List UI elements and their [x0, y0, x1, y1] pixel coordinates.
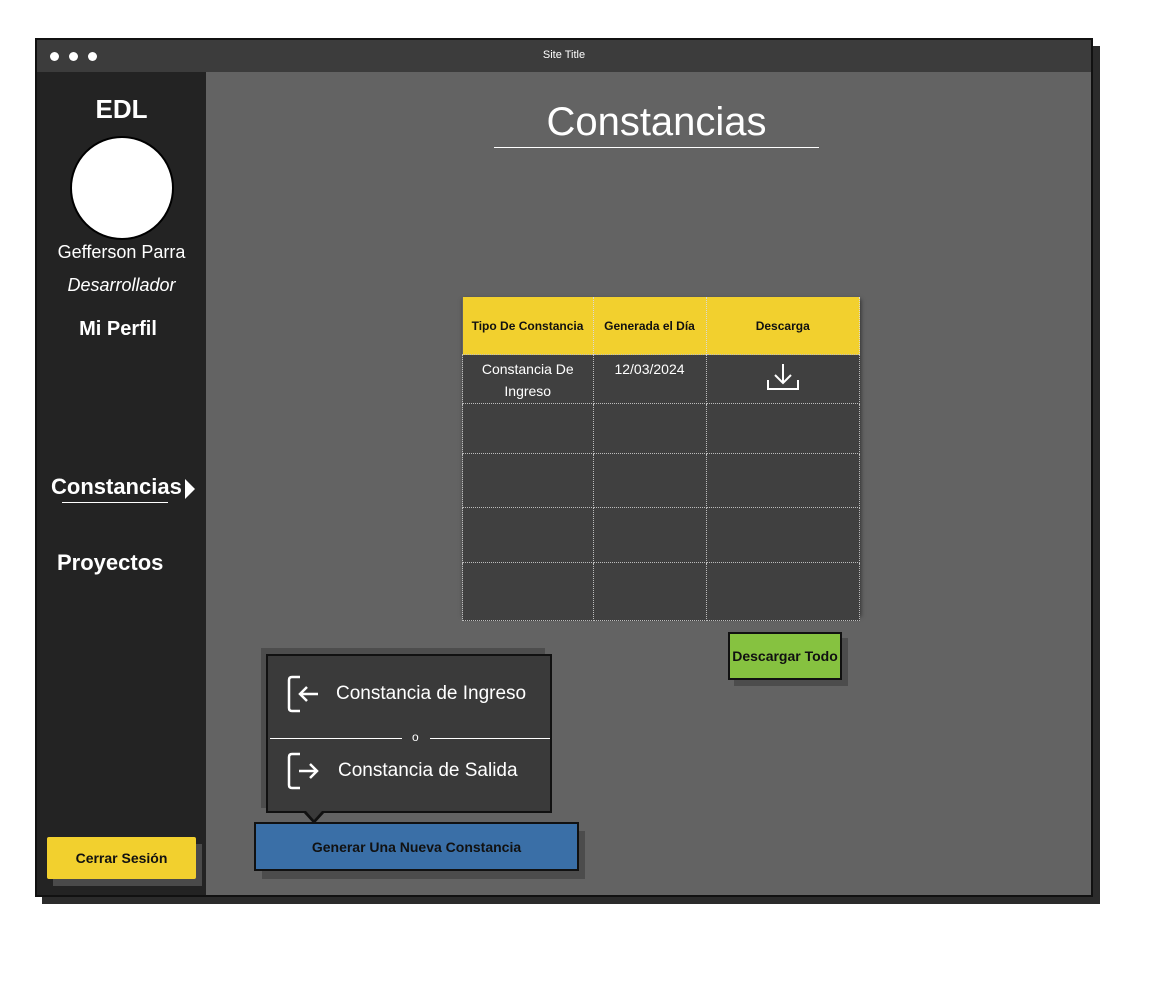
menu-item-ingreso[interactable]: Constancia de Ingreso [268, 668, 550, 718]
menu-item-salida-label: Constancia de Salida [338, 760, 518, 781]
logout-icon [286, 751, 320, 796]
table-cell [462, 507, 594, 563]
menu-item-ingreso-label: Constancia de Ingreso [336, 683, 527, 704]
table-row [462, 403, 860, 454]
table-cell [592, 403, 707, 454]
cell-tipo: Constancia De Ingreso [462, 354, 594, 404]
download-icon[interactable] [766, 362, 800, 398]
table-cell [705, 507, 860, 563]
logout-button[interactable]: Cerrar Sesión [47, 837, 196, 879]
menu-item-salida[interactable]: Constancia de Salida [268, 745, 550, 795]
separator-text: o [412, 730, 419, 744]
table-row [462, 562, 860, 621]
table-cell [705, 453, 860, 508]
generate-new-constancia-button[interactable]: Generar Una Nueva Constancia [254, 822, 579, 871]
active-arrow-icon [185, 479, 195, 499]
nav-constancias[interactable]: Constancias [51, 474, 182, 500]
table-row: Constancia De Ingreso 12/03/2024 [462, 354, 860, 404]
sidebar: EDL Gefferson Parra Desarrollador Mi Per… [37, 72, 206, 895]
title-underline [494, 147, 819, 148]
separator-line [270, 738, 402, 739]
nav-my-profile[interactable]: Mi Perfil [37, 318, 199, 341]
separator-line [430, 738, 550, 739]
page-title: Constancias [546, 100, 767, 144]
title-bar: Site Title [37, 40, 1091, 72]
table-cell [462, 562, 594, 621]
site-title: Site Title [542, 49, 586, 61]
download-all-button[interactable]: Descargar Todo [728, 632, 842, 680]
new-constancia-menu: Constancia de Ingreso o Constancia de Sa… [266, 654, 552, 813]
table-row [462, 453, 860, 508]
cell-fecha: 12/03/2024 [592, 354, 707, 404]
table-cell [705, 562, 860, 621]
avatar [70, 136, 174, 240]
user-name: Gefferson Parra [57, 242, 186, 262]
table-row [462, 507, 860, 563]
table-cell [462, 403, 594, 454]
popup-pointer [306, 811, 322, 820]
nav-proyectos[interactable]: Proyectos [57, 550, 163, 576]
table-cell [592, 453, 707, 508]
active-nav-underline [62, 502, 168, 503]
table-cell [462, 453, 594, 508]
login-icon [286, 674, 320, 719]
user-role: Desarrollador [67, 275, 176, 295]
table-cell [705, 403, 860, 454]
browser-window: Site Title EDL Gefferson Parra Desarroll… [35, 38, 1093, 897]
table-cell [592, 507, 707, 563]
column-header-descarga: Descarga [706, 297, 860, 355]
table-cell [592, 562, 707, 621]
cell-descarga [705, 354, 860, 404]
column-header-fecha: Generada el Día [593, 297, 707, 355]
brand-logo: EDL [95, 94, 148, 124]
constancias-table: Tipo De Constancia Generada el Día Desca… [462, 297, 860, 621]
column-header-tipo: Tipo De Constancia [462, 297, 594, 355]
table-header-row: Tipo De Constancia Generada el Día Desca… [462, 297, 860, 355]
